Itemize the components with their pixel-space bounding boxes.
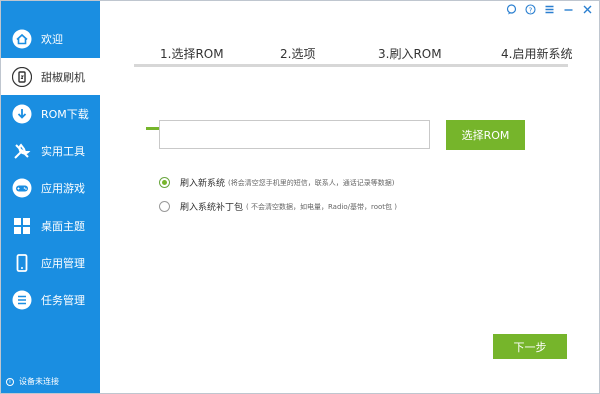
sidebar-item-label: 任务管理 — [41, 293, 85, 307]
option-flash-new-system[interactable]: 刷入新系统 (将会清空您手机里的短信，联系人，通话记录等数据) — [159, 176, 394, 189]
rom-path-input[interactable] — [159, 120, 430, 149]
sidebar-item-games[interactable]: 应用游戏 — [1, 169, 100, 206]
sidebar-item-label: 实用工具 — [41, 144, 85, 158]
download-icon — [12, 104, 32, 124]
sidebar-item-label: 甜椒刷机 — [41, 70, 85, 84]
next-step-button[interactable]: 下一步 — [493, 334, 567, 359]
sidebar-item-welcome[interactable]: 欢迎 — [1, 20, 100, 57]
theme-icon — [12, 216, 32, 236]
radio-button[interactable] — [159, 201, 170, 212]
sidebar-item-themes[interactable]: 桌面主题 — [1, 207, 100, 244]
step-4-enable-system: 4.启用新系统 — [501, 47, 573, 61]
sidebar-item-flash[interactable]: 甜椒刷机 — [1, 58, 100, 95]
sidebar-item-label: 欢迎 — [41, 32, 63, 46]
sidebar-item-tools[interactable]: 实用工具 — [1, 132, 100, 169]
step-2-options: 2.选项 — [280, 47, 316, 61]
radio-button-checked[interactable] — [159, 177, 170, 188]
option-flash-patch[interactable]: 刷入系统补丁包 ( 不会清空数据，如电量，Radio/基带，root包 ) — [159, 200, 397, 213]
radio-dot — [162, 180, 167, 185]
minimize-icon[interactable] — [560, 2, 576, 16]
step-3-flash-rom: 3.刷入ROM — [378, 47, 442, 61]
home-icon — [12, 29, 32, 49]
step-progress-track — [134, 64, 568, 130]
option-label: 刷入新系统 — [180, 179, 226, 189]
window-controls: ? — [500, 2, 595, 16]
menu-icon[interactable] — [541, 2, 557, 16]
sidebar-item-task-management[interactable]: 任务管理 — [1, 281, 100, 318]
gamepad-icon — [12, 178, 32, 198]
step-1-select-rom: 1.选择ROM — [160, 47, 224, 61]
sidebar-item-label: 应用管理 — [41, 256, 85, 270]
chat-icon[interactable] — [503, 2, 519, 16]
device-status-text: 设备未连接 — [19, 377, 59, 386]
tools-icon — [12, 141, 32, 161]
sidebar-item-app-management[interactable]: 应用管理 — [1, 244, 100, 281]
option-note: ( 不会清空数据，如电量，Radio/基带，root包 ) — [246, 202, 397, 211]
close-icon[interactable] — [579, 2, 595, 16]
svg-text:?: ? — [528, 6, 532, 14]
task-list-icon — [12, 290, 32, 310]
device-status: i 设备未连接 — [6, 376, 59, 387]
sidebar-item-label: 桌面主题 — [41, 219, 85, 233]
app-window: 欢迎 甜椒刷机 ROM下载 实用工具 应用游戏 桌面主题 应用管理 任务管理 i… — [0, 0, 600, 394]
sidebar-item-label: 应用游戏 — [41, 181, 85, 195]
option-label: 刷入系统补丁包 — [180, 203, 244, 213]
help-icon[interactable]: ? — [522, 2, 538, 16]
sidebar-item-label: ROM下载 — [41, 107, 89, 121]
sidebar-item-rom-download[interactable]: ROM下载 — [1, 95, 100, 132]
select-rom-button[interactable]: 选择ROM — [446, 120, 525, 150]
info-icon: i — [6, 377, 14, 386]
flash-phone-icon — [12, 66, 32, 87]
option-note: (将会清空您手机里的短信，联系人，通话记录等数据) — [228, 178, 395, 187]
phone-icon — [12, 253, 32, 273]
sidebar: 欢迎 甜椒刷机 ROM下载 实用工具 应用游戏 桌面主题 应用管理 任务管理 i… — [1, 1, 100, 393]
